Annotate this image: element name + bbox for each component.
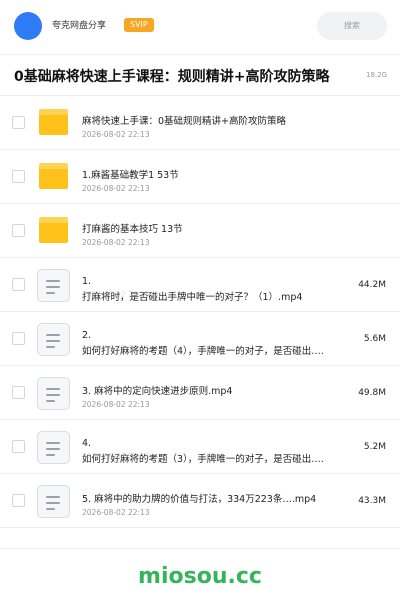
row-checkbox[interactable] [12,386,25,399]
site-watermark: miosou.cc [138,564,262,589]
document-icon [37,323,70,356]
file-row[interactable]: 3. 麻将中的定向快速进步原则.mp4 2026-08-02 22:13 49.… [0,366,400,420]
page-title: 0基础麻将快速上手课程：规则精讲+高阶攻防策略 [14,69,330,85]
file-row[interactable]: 1. 打麻将时，是否碰出手牌中唯一的对子？（1）.mp4 2026-08-02 … [0,258,400,312]
row-checkbox[interactable] [12,332,25,345]
folder-icon [39,163,68,189]
row-checkbox[interactable] [12,224,25,237]
file-row[interactable]: 麻将快速上手课：0基础规则精讲+高阶攻防策略 2026-08-02 22:13 [0,96,400,150]
document-icon [37,377,70,410]
row-checkbox[interactable] [12,116,25,129]
file-size: 5.6M [363,334,386,344]
file-list: 麻将快速上手课：0基础规则精讲+高阶攻防策略 2026-08-02 22:13 … [0,96,400,528]
title-row: 0基础麻将快速上手课程：规则精讲+高阶攻防策略 18.2G [0,55,400,95]
file-name-line1: 1. [82,276,92,287]
folder-icon [39,109,68,135]
file-name-line1: 2. [82,330,92,341]
row-checkbox[interactable] [12,494,25,507]
file-date: 2026-08-02 22:13 [82,508,150,517]
file-row[interactable]: 打麻酱的基本技巧 13节 2026-08-02 22:13 [0,204,400,258]
file-name: 打麻酱的基本技巧 13节 [82,224,183,235]
file-date: 2026-08-02 22:13 [82,184,150,193]
search-button[interactable]: 搜索 [317,12,387,40]
file-date: 2026-08-02 22:13 [82,452,150,461]
document-icon [37,485,70,518]
document-icon [37,431,70,464]
file-name: 麻将快速上手课：0基础规则精讲+高阶攻防策略 [82,116,287,127]
file-size: 43.3M [358,496,386,506]
row-checkbox[interactable] [12,278,25,291]
row-checkbox[interactable] [12,440,25,453]
folder-icon [39,217,68,243]
file-name: 3. 麻将中的定向快速进步原则.mp4 [82,386,233,397]
share-username: 夸克网盘分享 [52,21,107,31]
header-bar: 夸克网盘分享 SVIP 搜索 [0,0,400,54]
row-checkbox[interactable] [12,170,25,183]
file-size: 44.2M [358,280,386,290]
file-size: 49.8M [358,388,386,398]
file-date: 2026-08-02 22:13 [82,344,150,353]
total-size: 18.2G [365,71,387,79]
file-name: 5. 麻将中的助力牌的价值与打法，334万223条….mp4 [82,494,317,505]
file-size: 5.2M [363,442,386,452]
file-row[interactable]: 1.麻酱基础教学1 53节 2026-08-02 22:13 [0,150,400,204]
avatar[interactable] [14,12,42,40]
document-icon [37,269,70,302]
file-date: 2026-08-02 22:13 [82,130,150,139]
svip-badge: SVIP [124,18,154,32]
footer-divider [0,548,400,549]
file-name: 1.麻酱基础教学1 53节 [82,170,179,181]
file-name-line1: 4. [82,438,92,449]
file-row[interactable]: 5. 麻将中的助力牌的价值与打法，334万223条….mp4 2026-08-0… [0,474,400,528]
file-date: 2026-08-02 22:13 [82,290,150,299]
file-row[interactable]: 4. 如何打好麻将的考题（3），手牌唯一的对子，是否碰出.mp4 2026-08… [0,420,400,474]
file-date: 2026-08-02 22:13 [82,400,150,409]
file-row[interactable]: 2. 如何打好麻将的考题（4），手牌唯一的对子，是否碰出.mp4 2026-08… [0,312,400,366]
file-date: 2026-08-02 22:13 [82,238,150,247]
